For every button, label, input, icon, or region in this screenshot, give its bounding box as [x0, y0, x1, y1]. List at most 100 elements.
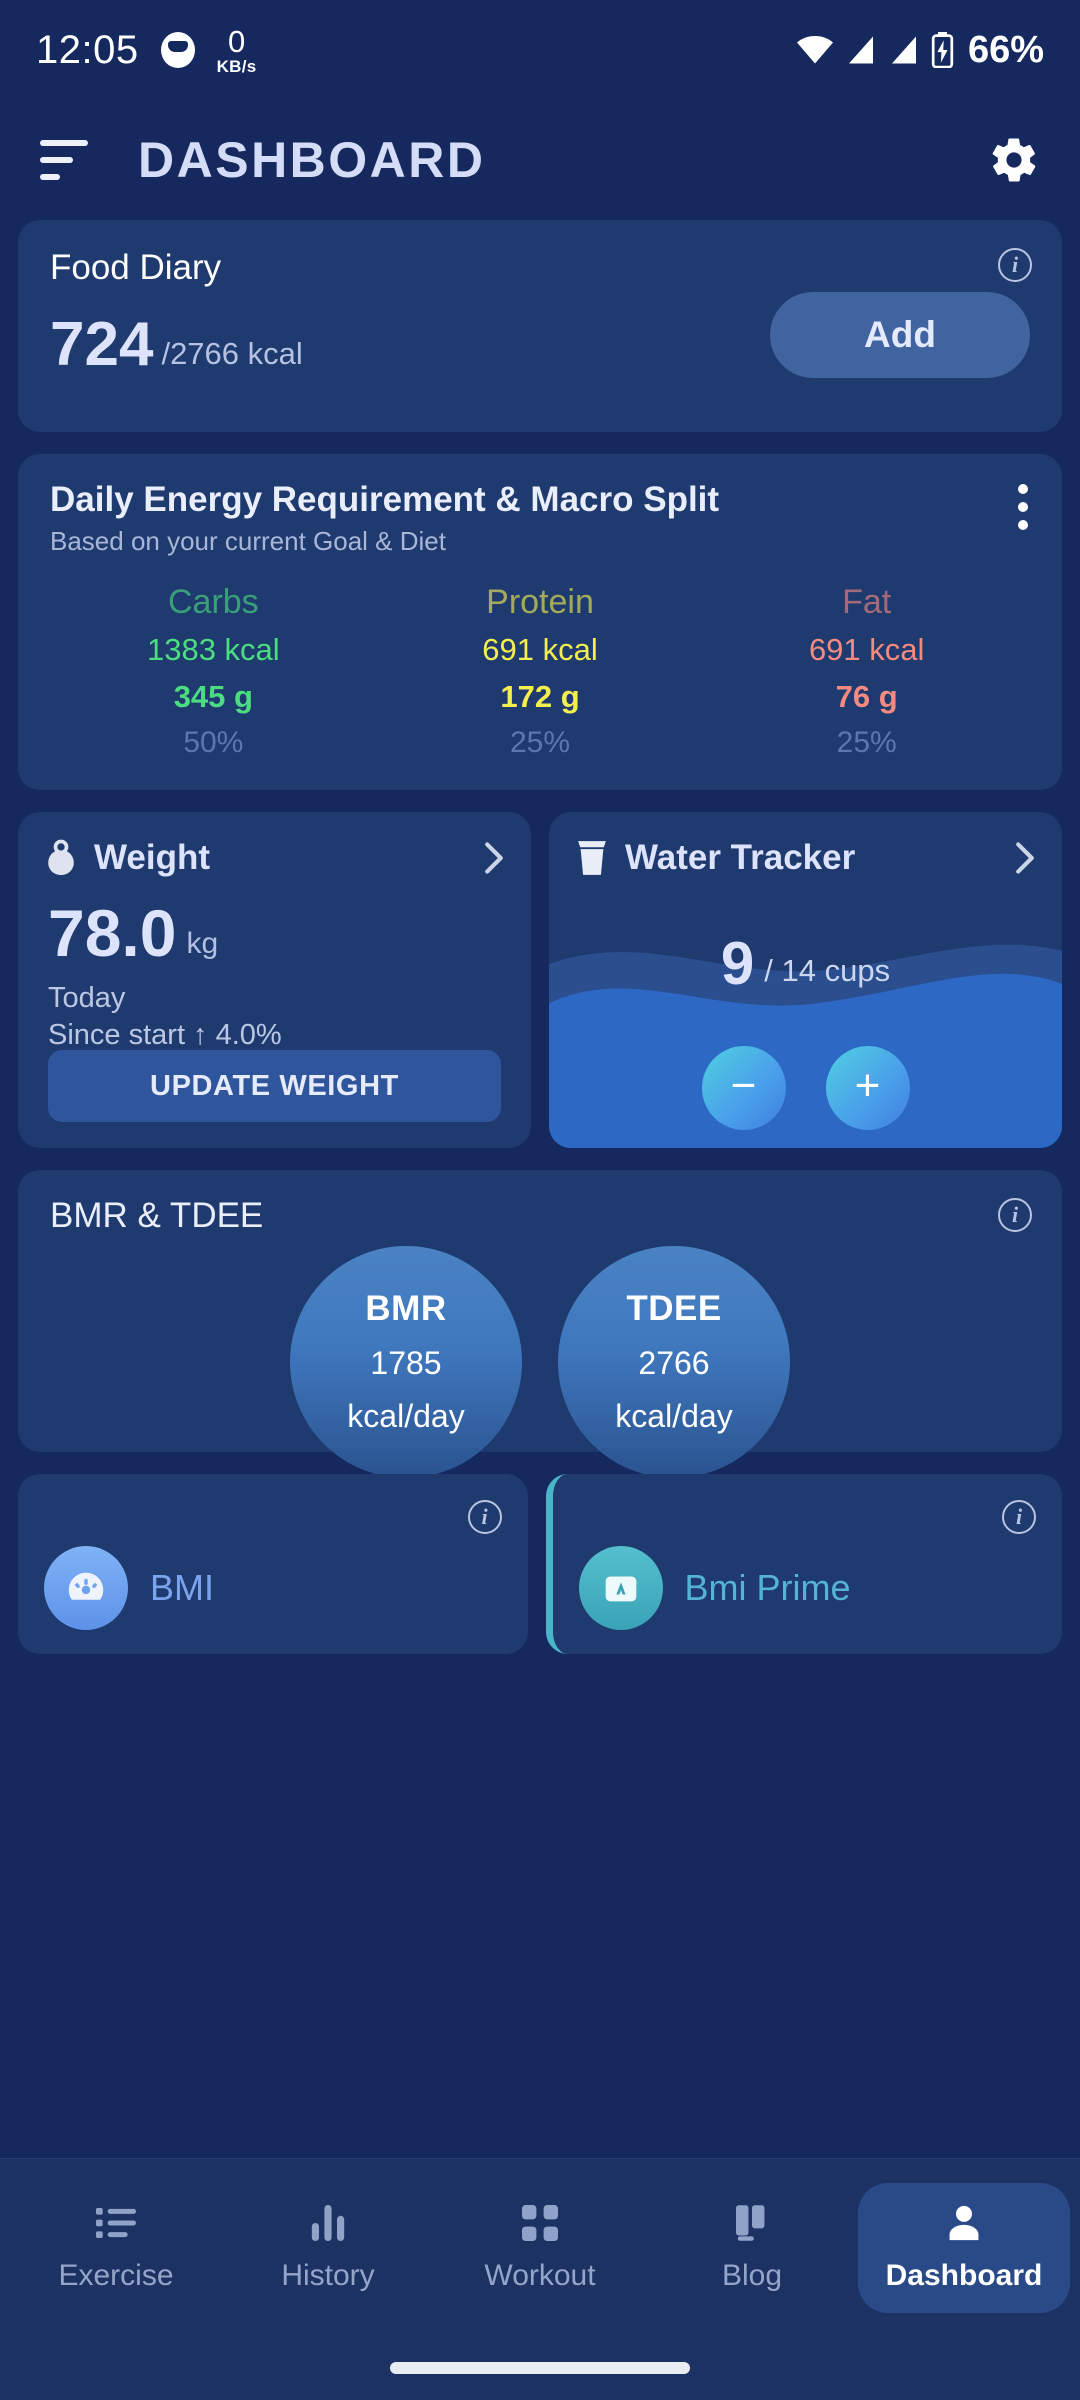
- weight-card-header: Weight: [18, 812, 531, 878]
- status-bar: 12:05 0 KB/s 66%: [0, 0, 1080, 100]
- grid-icon: [522, 2203, 558, 2243]
- nav-label: Dashboard: [885, 2259, 1043, 2292]
- bmi-row: i BMI i Bmi Prime: [18, 1474, 1062, 1654]
- bmr-tdee-bubbles: BMR 1785 kcal/day TDEE 2766 kcal/day: [50, 1246, 1030, 1478]
- water-glass-icon: [578, 841, 606, 875]
- chevron-right-icon[interactable]: [1014, 841, 1036, 875]
- signal-bars-icon-1: [848, 36, 873, 64]
- bmr-label: BMR: [365, 1289, 447, 1328]
- tdee-bubble: TDEE 2766 kcal/day: [558, 1246, 790, 1478]
- macro-columns: Carbs 1383 kcal 345 g 50% Protein 691 kc…: [50, 583, 1030, 760]
- macro-split-card: Daily Energy Requirement & Macro Split B…: [18, 454, 1062, 790]
- network-speed-unit: KB/s: [216, 56, 257, 76]
- network-speed-value: 0: [227, 23, 246, 59]
- nav-item-blog[interactable]: Blog: [646, 2183, 858, 2313]
- nav-label: History: [281, 2259, 375, 2292]
- battery-charging-icon: [931, 32, 954, 68]
- food-diary-info-icon[interactable]: i: [998, 248, 1032, 282]
- weight-value: 78.0: [48, 896, 177, 970]
- bmi-info-icon[interactable]: i: [467, 1500, 502, 1534]
- gear-icon[interactable]: [988, 134, 1040, 186]
- macro-percent: 50%: [183, 726, 244, 759]
- nav-label: Workout: [484, 2259, 596, 2292]
- bottom-nav-items: Exercise History Workout Blog Dashboard: [0, 2159, 1080, 2337]
- water-stepper: − +: [549, 1046, 1062, 1130]
- dashboard-content: Food Diary i 724 /2766 kcal Add Daily En…: [0, 220, 1080, 1654]
- weight-date-label: Today: [48, 982, 126, 1014]
- water-title: Water Tracker: [625, 838, 856, 877]
- water-count-row: 9 / 14 cups: [549, 934, 1062, 994]
- water-tracker-card[interactable]: Water Tracker 9 / 14 cups − +: [549, 812, 1062, 1148]
- list-icon: [96, 2203, 136, 2243]
- weight-value-row: 78.0 kg: [18, 900, 531, 966]
- bmr-tdee-info-icon[interactable]: i: [998, 1198, 1032, 1232]
- food-diary-target: /2766 kcal: [161, 336, 303, 371]
- water-card-header: Water Tracker: [549, 812, 1062, 878]
- chevron-right-icon[interactable]: [483, 841, 505, 875]
- macro-column-fat: Fat 691 kcal 76 g 25%: [703, 583, 1030, 760]
- water-goal-count: / 14 cups: [764, 953, 891, 988]
- bmi-card[interactable]: i BMI: [18, 1474, 528, 1654]
- weight-unit: kg: [186, 927, 219, 960]
- wifi-icon: [796, 36, 833, 64]
- weight-since-start: Since start ↑ 4.0%: [48, 1019, 282, 1051]
- nav-item-dashboard[interactable]: Dashboard: [858, 2183, 1070, 2313]
- bmi-prime-meter-icon: [578, 1546, 663, 1630]
- status-bar-right: 66%: [796, 29, 1044, 72]
- macro-percent: 25%: [509, 726, 571, 759]
- macro-grams: 76 g: [835, 679, 898, 714]
- macro-kcal: 691 kcal: [482, 632, 598, 667]
- bottom-navigation-bar: Exercise History Workout Blog Dashboard: [0, 2158, 1080, 2400]
- battery-percent: 66%: [967, 28, 1044, 71]
- hamburger-menu-icon[interactable]: [40, 140, 88, 180]
- bar-chart-icon: [311, 2203, 345, 2243]
- signal-bars-icon-2: [891, 36, 916, 64]
- add-food-button[interactable]: Add: [770, 292, 1030, 378]
- water-decrement-button[interactable]: −: [701, 1046, 786, 1130]
- bmi-prime-info-icon[interactable]: i: [1002, 1500, 1036, 1534]
- food-diary-title: Food Diary: [50, 248, 222, 287]
- nav-item-workout[interactable]: Workout: [434, 2183, 646, 2313]
- nav-label: Blog: [721, 2259, 783, 2292]
- macro-label: Fat: [842, 583, 892, 621]
- network-speed-indicator: 0 KB/s: [217, 26, 257, 75]
- weight-card[interactable]: Weight 78.0 kg Today Since start ↑ 4.0% …: [18, 812, 531, 1148]
- bmi-card-body: BMI: [44, 1546, 502, 1630]
- person-icon: [945, 2203, 983, 2243]
- update-weight-button[interactable]: UPDATE WEIGHT: [48, 1050, 501, 1122]
- bmr-tdee-title: BMR & TDEE: [50, 1196, 264, 1235]
- bmi-gauge-icon: [44, 1546, 128, 1630]
- page-title: DASHBOARD: [138, 132, 486, 188]
- macro-label: Protein: [486, 583, 594, 621]
- bmi-prime-card[interactable]: i Bmi Prime: [545, 1474, 1062, 1654]
- tdee-value: 2766: [638, 1345, 710, 1381]
- macro-kcal: 1383 kcal: [146, 632, 280, 667]
- app-bar: DASHBOARD: [0, 100, 1080, 220]
- macro-grams: 172 g: [500, 679, 580, 714]
- food-diary-consumed: 724: [50, 310, 154, 379]
- macro-subtitle: Based on your current Goal & Diet: [50, 526, 446, 556]
- food-diary-card[interactable]: Food Diary i 724 /2766 kcal Add: [18, 220, 1062, 432]
- nav-item-exercise[interactable]: Exercise: [10, 2183, 222, 2313]
- macro-label: Carbs: [167, 583, 259, 621]
- macro-overflow-menu-icon[interactable]: [1018, 484, 1028, 530]
- nav-label: Exercise: [58, 2259, 174, 2292]
- macro-title: Daily Energy Requirement & Macro Split: [50, 480, 720, 519]
- bmi-label: BMI: [150, 1567, 215, 1608]
- macro-column-protein: Protein 691 kcal 172 g 25%: [377, 583, 704, 760]
- macro-percent: 25%: [836, 726, 897, 759]
- water-increment-button[interactable]: +: [825, 1046, 910, 1130]
- weight-title: Weight: [94, 838, 211, 877]
- gesture-home-indicator[interactable]: [390, 2362, 690, 2374]
- kettlebell-icon: [48, 839, 74, 875]
- bmi-prime-label: Bmi Prime: [684, 1567, 851, 1608]
- status-bar-left: 12:05 0 KB/s: [36, 26, 257, 75]
- bmr-value: 1785: [370, 1345, 442, 1381]
- nav-item-history[interactable]: History: [222, 2183, 434, 2313]
- weight-water-row: Weight 78.0 kg Today Since start ↑ 4.0% …: [18, 812, 1062, 1148]
- bmr-bubble: BMR 1785 kcal/day: [290, 1246, 522, 1478]
- macro-grams: 345 g: [173, 679, 253, 714]
- bmr-unit: kcal/day: [347, 1398, 465, 1434]
- macro-kcal: 691 kcal: [808, 632, 925, 667]
- notification-face-icon: [160, 32, 195, 68]
